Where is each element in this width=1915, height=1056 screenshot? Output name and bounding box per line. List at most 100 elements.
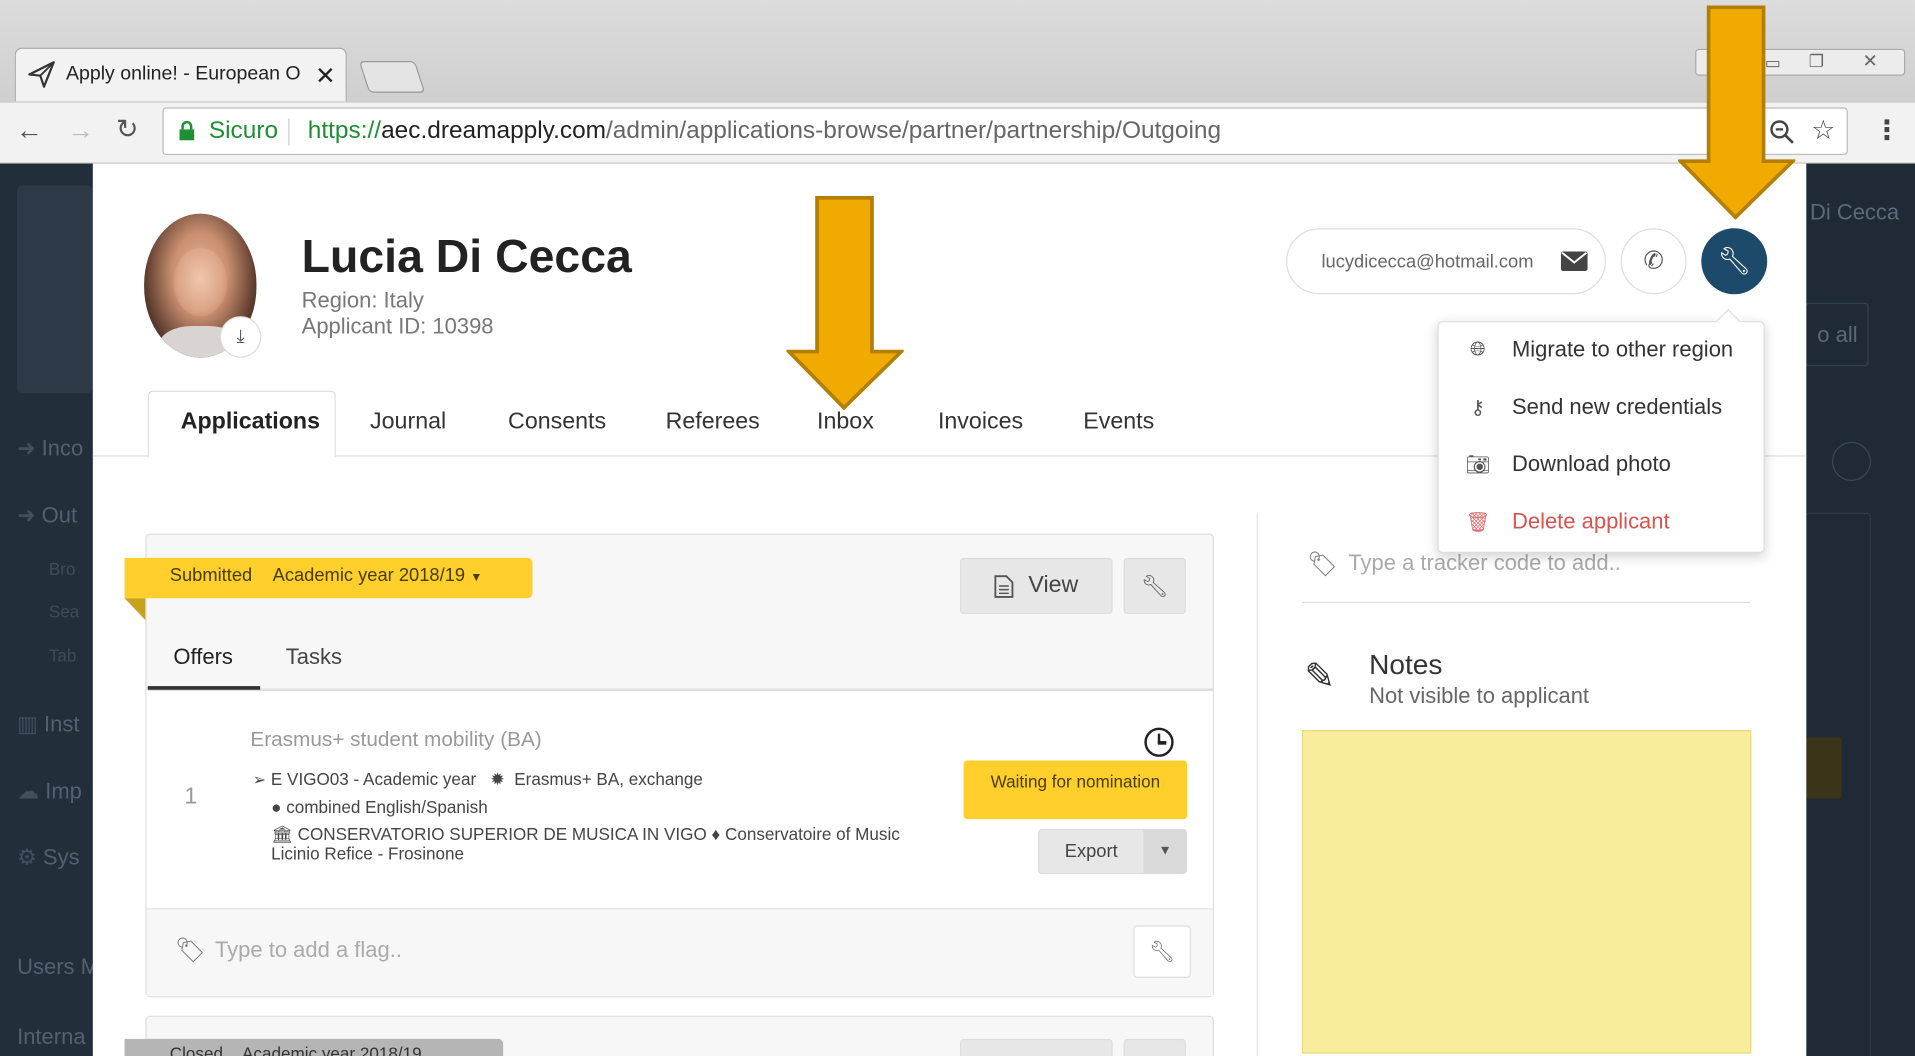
menu-item-delete-applicant[interactable]: 🗑︎ Delete applicant xyxy=(1466,509,1670,535)
tracker-code-input[interactable]: Type a tracker code to add.. xyxy=(1348,551,1621,577)
application-status: Submitted xyxy=(169,565,253,586)
url-path: /admin/applications-browse/partner/partn… xyxy=(606,117,1222,145)
wrench-icon: 🔧︎ xyxy=(1717,245,1752,276)
bg-sidebar-subitem: Tab xyxy=(48,645,77,666)
bg-sidebar-item: Inco xyxy=(41,435,84,461)
flag-input[interactable]: Type to add a flag.. xyxy=(215,938,402,964)
caret-down-icon: ▼ xyxy=(470,571,483,585)
close-tab-icon[interactable]: ✕ xyxy=(315,61,335,92)
comment-icon: ● xyxy=(271,797,282,817)
envelope-icon xyxy=(1560,251,1588,272)
tab-events[interactable]: Events xyxy=(1083,409,1154,436)
close-window-icon[interactable]: ✕ xyxy=(1862,50,1877,72)
url-text[interactable]: https://aec.dreamapply.com/admin/applica… xyxy=(308,117,1221,145)
menu-item-send-credentials[interactable]: ⚷ Send new credentials xyxy=(1466,394,1723,420)
subtab-active-underline xyxy=(147,686,261,690)
menu-item-migrate-region[interactable]: 🌐︎ Migrate to other region xyxy=(1466,336,1734,363)
notes-textarea[interactable] xyxy=(1301,730,1752,1054)
key-icon: ⚷ xyxy=(1470,397,1485,419)
download-photo-icon[interactable]: ⤓ xyxy=(219,316,262,358)
security-label: Sicuro xyxy=(208,117,279,145)
bg-user-name: Di Cecca xyxy=(1809,200,1900,225)
application-wrench-button[interactable]: 🔧︎ xyxy=(1123,557,1186,615)
tracker-underline xyxy=(1301,601,1751,604)
browser-tab-title: Apply online! - European O xyxy=(65,63,301,85)
bg-sidebar-subitem: Bro xyxy=(48,559,76,579)
bg-sidebar-item: Sys xyxy=(42,844,80,870)
menu-item-label: Download photo xyxy=(1511,451,1671,477)
menu-item-label: Migrate to other region xyxy=(1511,336,1734,362)
offer-language: combined English/Spanish xyxy=(286,797,488,817)
clock-icon xyxy=(1144,727,1174,757)
back-icon[interactable]: ← xyxy=(16,115,43,147)
send-icon xyxy=(28,61,55,88)
applicant-region: Region: Italy xyxy=(301,288,424,313)
view-button-2[interactable] xyxy=(959,1038,1113,1056)
annotation-arrow-inbox xyxy=(786,195,904,411)
tab-referees[interactable]: Referees xyxy=(666,409,760,436)
tab-applications[interactable]: Applications xyxy=(181,409,320,436)
phone-button[interactable]: ✆ xyxy=(1620,228,1687,295)
background-right-panel: Di Cecca o all xyxy=(1805,163,1915,1056)
bg-sidebar-item: Inst xyxy=(44,711,80,737)
send-icon: ➢ xyxy=(252,770,267,789)
restore-icon[interactable]: ❐ xyxy=(1809,51,1824,72)
menu-item-label: Delete applicant xyxy=(1511,509,1670,534)
email-text: lucydicecca@hotmail.com xyxy=(1321,251,1534,273)
ribbon-fold xyxy=(124,598,146,621)
notes-subtitle: Not visible to applicant xyxy=(1369,683,1590,709)
pencil-icon: ✎ xyxy=(1304,656,1336,698)
subtab-offers[interactable]: Offers xyxy=(173,645,232,671)
new-tab-button[interactable] xyxy=(358,61,426,93)
tab-journal[interactable]: Journal xyxy=(370,409,446,436)
wrench-icon: 🔧︎ xyxy=(1140,573,1169,599)
bg-sidebar-item: Imp xyxy=(45,778,82,804)
globe-icon: 🌐︎ xyxy=(1469,338,1486,360)
programme-icon: ✹ xyxy=(490,769,505,789)
offer-institution-line2: Licinio Refice - Frosinone xyxy=(271,843,465,864)
menu-item-label: Send new credentials xyxy=(1511,394,1723,419)
bg-phone-icon xyxy=(1831,441,1872,481)
lock-icon xyxy=(179,120,195,141)
background-logo-panel xyxy=(17,185,93,394)
flag-wrench-button[interactable]: 🔧︎ xyxy=(1133,925,1191,978)
wrench-icon: 🔧︎ xyxy=(1148,940,1176,964)
subtab-tasks[interactable]: Tasks xyxy=(286,645,342,671)
view-button[interactable]: View xyxy=(959,557,1113,615)
offer-status-badge: Waiting for nomination xyxy=(963,760,1188,820)
view-label: View xyxy=(1028,572,1079,599)
menu-dots-icon[interactable]: ⋮ xyxy=(1873,115,1900,147)
institution-icon: 🏛︎ xyxy=(271,824,293,844)
url-host: aec.dreamapply.com xyxy=(381,117,607,145)
forward-icon[interactable]: → xyxy=(67,115,94,147)
menu-item-download-photo[interactable]: 📷︎ Download photo xyxy=(1466,452,1671,478)
ribbon-text: Submitted Academic year 2018/19 ▼ xyxy=(170,565,483,586)
trash-icon: 🗑︎ xyxy=(1465,512,1491,533)
tag-icon: 🏷︎ xyxy=(1306,551,1338,579)
document-icon xyxy=(994,574,1014,598)
tab-invoices[interactable]: Invoices xyxy=(938,409,1023,436)
avatar-face xyxy=(173,247,228,317)
offer-partner: E VIGO03 - Academic year xyxy=(270,769,477,789)
offer-number: 1 xyxy=(184,783,198,810)
annotation-arrow-wrench xyxy=(1678,5,1796,220)
tab-consents[interactable]: Consents xyxy=(508,409,606,436)
bg-sidebar-item: Interna xyxy=(17,1024,86,1049)
tag-icon: 🏷︎ xyxy=(174,937,206,965)
export-caret-icon[interactable]: ▼ xyxy=(1143,828,1188,875)
academic-year: Academic year 2018/19 xyxy=(272,565,466,586)
actions-wrench-button[interactable]: 🔧︎ xyxy=(1701,228,1768,295)
bg-button: o all xyxy=(1805,302,1869,367)
bg-status-badge xyxy=(1805,737,1842,799)
bg-sidebar-item: Users M xyxy=(17,954,99,980)
offer-institution: CONSERVATORIO SUPERIOR DE MUSICA IN VIGO… xyxy=(297,824,900,844)
export-button[interactable]: Export xyxy=(1038,828,1145,875)
bookmark-star-icon[interactable]: ☆ xyxy=(1811,115,1835,147)
tab-inbox[interactable]: Inbox xyxy=(817,409,874,436)
offer-title[interactable]: Erasmus+ student mobility (BA) xyxy=(250,728,541,752)
reload-icon[interactable]: ↻ xyxy=(116,114,139,146)
academic-year-2: Academic year 2018/19 xyxy=(242,1043,422,1056)
url-scheme: https:// xyxy=(307,117,382,145)
camera-icon: 📷︎ xyxy=(1465,454,1491,476)
wrench-button-2[interactable] xyxy=(1123,1038,1186,1056)
